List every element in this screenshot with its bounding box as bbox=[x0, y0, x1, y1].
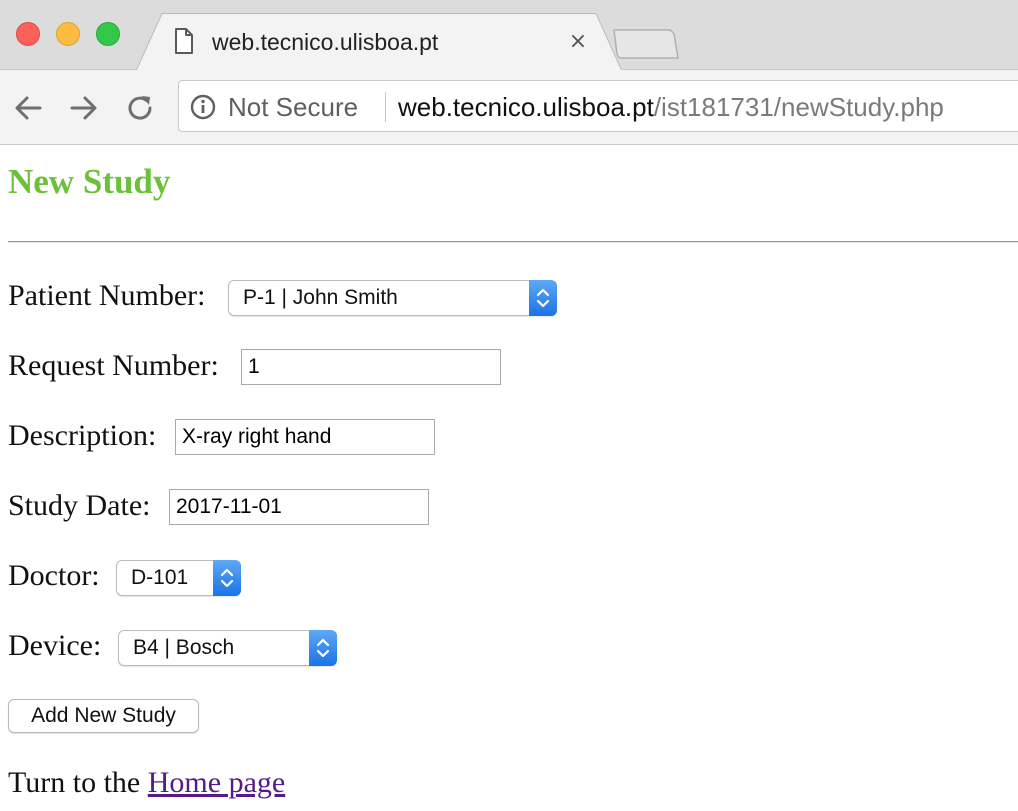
forward-arrow-icon[interactable] bbox=[68, 92, 100, 124]
request-number-input[interactable] bbox=[241, 349, 501, 385]
page-title: New Study bbox=[8, 162, 171, 201]
close-window-button[interactable] bbox=[16, 22, 40, 46]
back-arrow-icon[interactable] bbox=[12, 92, 44, 124]
new-tab-button[interactable] bbox=[612, 28, 680, 60]
reload-icon[interactable] bbox=[124, 92, 156, 124]
updown-chevron-icon bbox=[213, 560, 241, 596]
divider bbox=[8, 241, 1018, 243]
updown-chevron-icon bbox=[529, 280, 557, 316]
description-input[interactable] bbox=[175, 419, 435, 455]
description-label: Description: bbox=[8, 419, 157, 452]
doctor-label: Doctor: bbox=[8, 559, 100, 592]
url-host: web.tecnico.ulisboa.pt bbox=[398, 92, 654, 122]
doctor-select[interactable]: D-101 bbox=[116, 560, 241, 596]
minimize-window-button[interactable] bbox=[56, 22, 80, 46]
url-path: /ist181731/newStudy.php bbox=[653, 92, 944, 122]
home-page-link[interactable]: Home page bbox=[148, 766, 285, 799]
info-icon[interactable] bbox=[190, 94, 216, 120]
footer-prefix: Turn to the bbox=[8, 766, 148, 799]
tab-close-icon[interactable]: × bbox=[566, 28, 590, 56]
updown-chevron-icon bbox=[309, 630, 337, 666]
footer-text: Turn to the Home page bbox=[8, 765, 285, 801]
study-date-input[interactable] bbox=[169, 489, 429, 525]
tab-title: web.tecnico.ulisboa.pt bbox=[212, 29, 439, 55]
zoom-window-button[interactable] bbox=[96, 22, 120, 46]
device-label: Device: bbox=[8, 629, 102, 662]
security-label[interactable]: Not Secure bbox=[228, 92, 358, 122]
study-date-label: Study Date: bbox=[8, 489, 151, 522]
document-icon bbox=[175, 28, 193, 54]
doctor-value: D-101 bbox=[131, 566, 189, 589]
address-separator bbox=[385, 92, 386, 122]
url-text[interactable]: web.tecnico.ulisboa.pt/ist181731/newStud… bbox=[398, 92, 944, 122]
device-value: B4 | Bosch bbox=[133, 636, 235, 659]
patient-number-value: P-1 | John Smith bbox=[243, 286, 398, 309]
patient-number-select[interactable]: P-1 | John Smith bbox=[228, 280, 557, 316]
patient-number-label: Patient Number: bbox=[8, 279, 206, 312]
add-new-study-button[interactable]: Add New Study bbox=[8, 699, 199, 733]
device-select[interactable]: B4 | Bosch bbox=[118, 630, 337, 666]
request-number-label: Request Number: bbox=[8, 349, 219, 382]
